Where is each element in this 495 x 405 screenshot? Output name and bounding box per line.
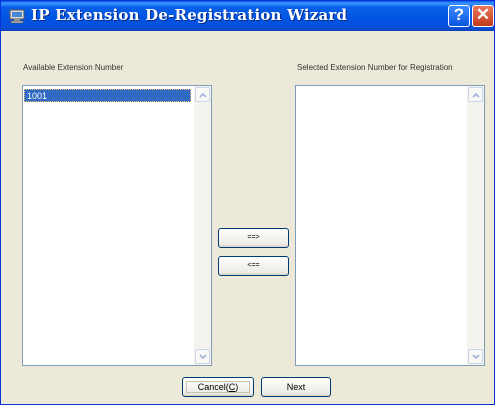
available-extension-list[interactable]: 1001 [22, 85, 212, 366]
scroll-down-button[interactable] [468, 349, 483, 364]
scroll-down-button[interactable] [195, 349, 210, 364]
list-item[interactable]: 1001 [24, 89, 191, 102]
window-title: IP Extension De-Registration Wizard [31, 6, 348, 24]
cancel-button[interactable]: Cancel(C) [182, 377, 254, 397]
add-extension-button[interactable]: ==> [218, 228, 289, 248]
available-list-scrollbar[interactable] [194, 86, 211, 365]
title-bar[interactable]: IP Extension De-Registration Wizard ? ✕ [1, 1, 494, 31]
next-button[interactable]: Next [261, 377, 331, 397]
close-button[interactable]: ✕ [472, 5, 494, 27]
selected-extension-label: Selected Extension Number for Registrati… [297, 63, 453, 72]
scroll-up-button[interactable] [468, 87, 483, 102]
scroll-up-button[interactable] [195, 87, 210, 102]
chevron-up-icon [472, 92, 480, 98]
selected-extension-list[interactable] [295, 85, 485, 366]
remove-extension-button[interactable]: <== [218, 256, 289, 276]
close-icon: ✕ [475, 5, 491, 24]
wizard-dialog: IP Extension De-Registration Wizard ? ✕ … [0, 0, 495, 405]
selected-list-scrollbar[interactable] [467, 86, 484, 365]
chevron-down-icon [472, 354, 480, 360]
chevron-down-icon [199, 354, 207, 360]
help-icon: ? [453, 5, 465, 24]
window-app-icon [9, 9, 25, 24]
focus-rect [186, 381, 250, 393]
chevron-up-icon [199, 92, 207, 98]
help-button[interactable]: ? [448, 5, 470, 27]
available-extension-label: Available Extension Number [23, 63, 124, 72]
